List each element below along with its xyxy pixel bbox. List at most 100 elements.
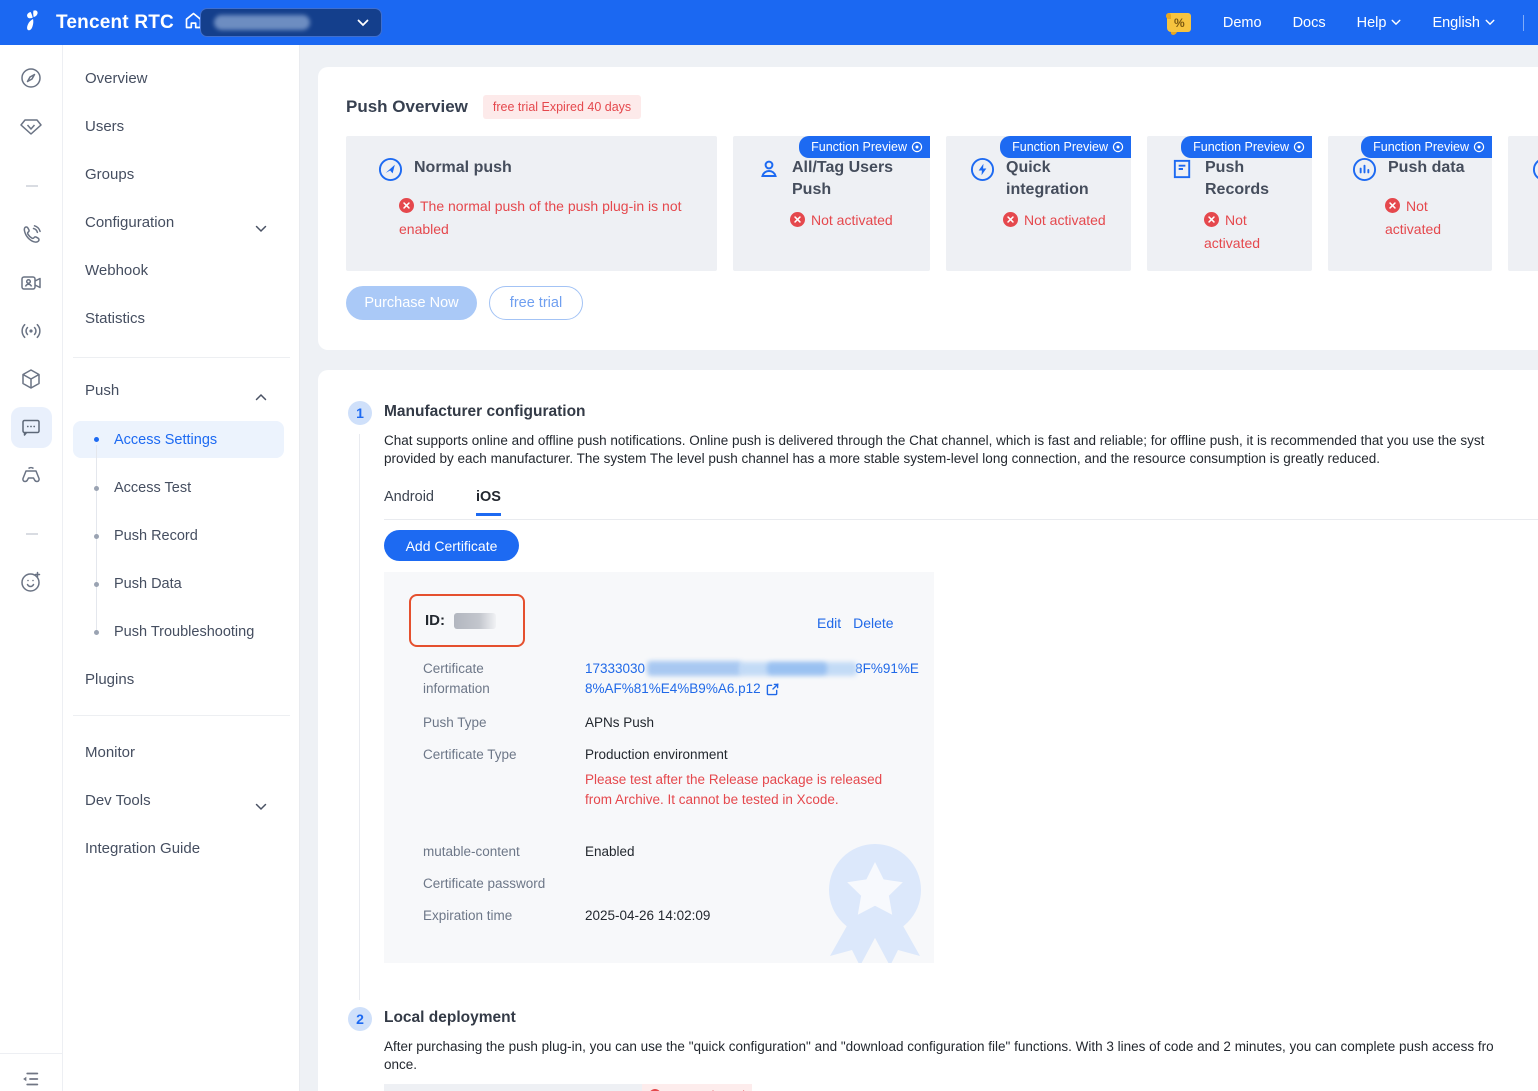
menu-help[interactable]: Help [1357,15,1402,31]
chevron-down-icon[interactable] [255,220,267,238]
gem-icon[interactable] [19,115,43,139]
menu-docs[interactable]: Docs [1293,15,1326,31]
paper-plane-icon [378,157,403,187]
expiration-time-value: 2025-04-26 14:02:09 [585,906,710,926]
function-preview-badge: Function Preview [1361,136,1492,158]
rail-bottom-divider [0,1053,63,1054]
live-broadcast-icon[interactable] [19,319,43,343]
gamepad-icon[interactable] [19,463,43,487]
nav-plugins[interactable]: Plugins [85,668,134,692]
nav-dev-tools[interactable]: Dev Tools [85,789,151,813]
certificate-id-label: ID: [425,612,445,629]
video-call-icon[interactable] [19,271,43,295]
step-2-title: Local deployment [384,1009,516,1027]
error-icon [1204,212,1219,233]
nav-groups[interactable]: Groups [85,163,134,187]
nav-access-settings[interactable]: Access Settings [114,428,217,452]
configuration-panel: 1 Manufacturer configuration Chat suppor… [318,370,1538,1091]
chevron-down-icon[interactable] [255,798,267,816]
circle-icon [1532,157,1538,187]
push-type-value: APNs Push [585,713,654,733]
tencent-rtc-logo-icon [22,8,47,38]
menu-language[interactable]: English [1432,15,1495,31]
purchase-now-button[interactable]: Purchase Now [346,286,477,320]
preview-icon [1293,141,1305,153]
step-1-badge: 1 [348,401,372,425]
certificate-password-label: Certificate password [423,874,573,894]
nav-push-record[interactable]: Push Record [114,524,198,548]
edit-link[interactable]: Edit [817,615,841,631]
nav-monitor[interactable]: Monitor [85,741,135,765]
card-title: Normal push [414,157,512,179]
nav-overview[interactable]: Overview [85,67,148,91]
expiration-time-label: Expiration time [423,906,573,926]
brand[interactable]: Tencent RTC [22,8,204,38]
nav-divider [73,715,290,716]
tab-android[interactable]: Android [384,489,434,516]
step-connector-line [359,434,360,1000]
redacted-link-middle [647,661,853,677]
platform-tabs: Android iOS [384,488,1538,520]
certificate-info-label: Certificate information [423,659,538,699]
nav-integration-guide[interactable]: Integration Guide [85,837,200,861]
nav-access-test[interactable]: Access Test [114,476,191,500]
card-status: Not activated [1003,210,1131,233]
step-2-badge: 2 [348,1007,372,1031]
card-status: Not activated [1204,210,1304,254]
cube-icon[interactable] [19,367,43,391]
step-1-desc-line1: Chat supports online and offline push no… [384,433,1484,448]
function-preview-badge: Function Preview [799,136,930,158]
chat-icon[interactable] [19,415,43,439]
external-link-icon[interactable] [766,683,779,696]
card-title: Push Records [1205,157,1285,201]
sdkappid-selector[interactable] [200,8,382,37]
card-status: Not activated [1385,196,1485,240]
bar-chart-icon [1352,157,1377,187]
redacted-certificate-id [454,613,496,629]
compass-icon[interactable] [19,66,43,90]
add-certificate-button[interactable]: Add Certificate [384,530,519,561]
push-type-label: Push Type [423,713,573,733]
card-all-tag-users-push: Function Preview All/Tag Users Push Not … [733,136,930,271]
nav-statistics[interactable]: Statistics [85,307,145,331]
function-preview-badge: Function Preview [1000,136,1131,158]
nav-webhook[interactable]: Webhook [85,259,148,283]
bullet-icon [94,534,99,539]
rail-divider [26,185,38,187]
bullet-icon [94,582,99,587]
nav-configuration[interactable]: Configuration [85,211,174,235]
free-trial-button[interactable]: free trial [489,286,583,320]
certificate-medal-watermark [818,838,932,963]
nav-push-data[interactable]: Push Data [114,572,182,596]
coupon-icon[interactable]: % [1162,8,1195,38]
card-title: All/Tag Users Push [792,157,910,201]
menu-demo[interactable]: Demo [1223,15,1262,31]
nav-push[interactable]: Push [85,379,119,403]
delete-link[interactable]: Delete [853,615,893,631]
step-1-title: Manufacturer configuration [384,403,586,421]
card-quick-integration: Function Preview Quick integration Not a… [946,136,1131,271]
mutable-content-label: mutable-content [423,842,573,862]
smiley-icon[interactable] [19,570,43,594]
chevron-up-icon[interactable] [255,388,267,406]
phone-call-icon[interactable] [19,223,43,247]
tab-ios[interactable]: iOS [476,489,501,516]
nav-divider [73,357,290,358]
card-status: The normal push of the push plug-in is n… [399,196,729,240]
product-icon-rail [0,45,63,1091]
error-icon [1385,198,1400,219]
certificate-file-link[interactable]: 17333030 8F%91%E 8%AF%81%E4%B9%A6.p12 [585,659,919,699]
function-preview-badge: Function Preview [1181,136,1312,158]
trial-expired-badge: free trial Expired 40 days [483,95,641,119]
bullet-icon [94,630,99,635]
push-overview-title: Push Overview [346,97,468,117]
document-icon [1171,157,1194,186]
card-clipped [1508,136,1538,271]
nav-users[interactable]: Users [85,115,124,139]
nav-push-troubleshooting[interactable]: Push Troubleshooting [114,620,254,644]
card-push-data: Function Preview Push data Not activated [1328,136,1492,271]
error-icon [790,212,805,233]
collapse-menu-icon[interactable] [19,1068,43,1091]
certificate-card: ID: Edit Delete Certificate information … [384,572,934,963]
chevron-down-icon [1485,19,1495,26]
